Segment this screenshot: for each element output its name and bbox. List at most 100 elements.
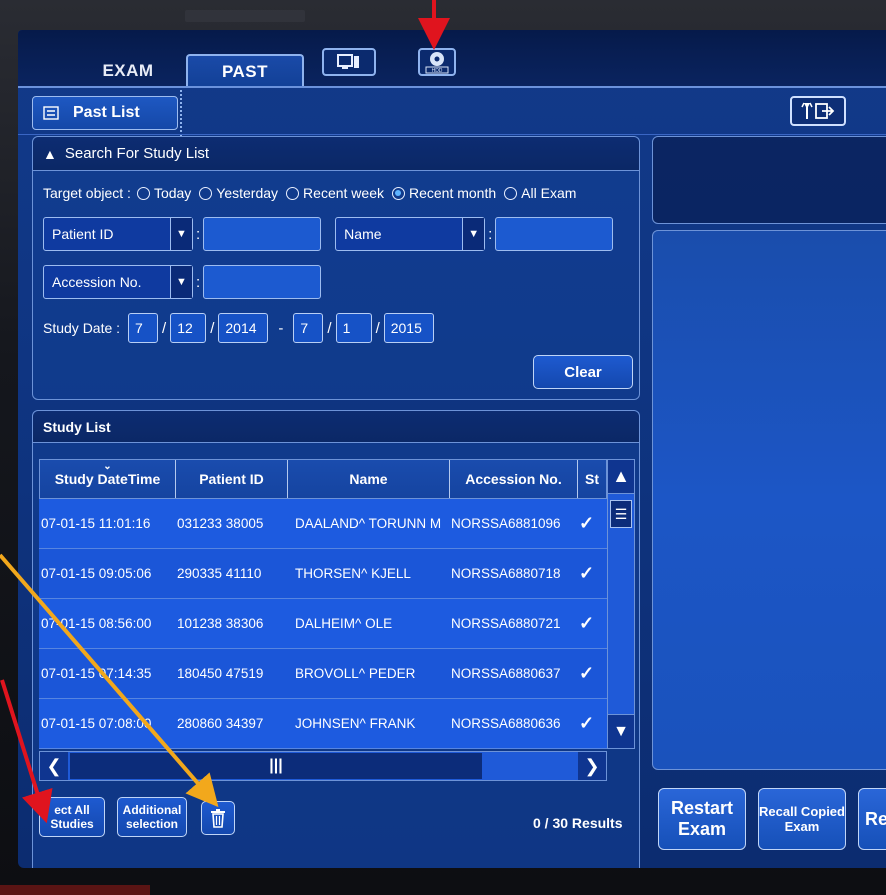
radio-label: Today (153, 185, 192, 201)
colon: : (196, 273, 201, 291)
col-accession[interactable]: Accession No. (450, 460, 578, 498)
field3-select[interactable]: Accession No. ▼ (43, 265, 193, 299)
col-study-datetime[interactable]: ⌄ Study DateTime (40, 460, 176, 498)
column-label: Name (349, 471, 388, 487)
date-to-year[interactable]: 2015 (383, 313, 434, 343)
field1-input[interactable] (203, 217, 322, 251)
additional-selection-button[interactable]: Additional selection (117, 797, 187, 837)
search-panel-title: Search For Study List (64, 145, 210, 162)
vertical-scrollbar[interactable]: ▲ ☰ ▼ (607, 459, 635, 749)
date-to-day[interactable]: 1 (335, 313, 372, 343)
hdd-icon: HDD (425, 52, 449, 74)
cell-accession: NORSSA6880636 (451, 716, 561, 731)
field2-input[interactable] (495, 217, 614, 251)
clear-button[interactable]: Clear (533, 355, 633, 389)
cell-patient-id: 101238 38306 (177, 616, 264, 631)
scroll-thumb[interactable]: ☰ (610, 500, 632, 528)
col-status[interactable]: St (578, 460, 606, 498)
scroll-right-icon[interactable]: ❯ (578, 752, 606, 780)
column-label: St (585, 471, 599, 487)
tab-exam[interactable]: EXAM (68, 54, 188, 88)
collapse-chevron-icon[interactable]: ▲ (43, 146, 57, 162)
radio-circle-icon (504, 186, 518, 200)
table-row[interactable]: 07-01-15 07:14:35 180450 47519 BROVOLL^ … (39, 649, 607, 699)
field3-select-value: Accession No. (52, 274, 142, 290)
cell-name: THORSEN^ KJELL (295, 566, 411, 581)
field2-select-value: Name (344, 226, 382, 242)
cell-patient-id: 280860 34397 (177, 716, 264, 731)
field3-input[interactable] (203, 265, 322, 299)
radio-all-exam[interactable]: All Exam (504, 185, 576, 201)
chevron-down-icon[interactable]: ▼ (170, 266, 192, 298)
check-icon: ✓ (579, 563, 595, 583)
colon: : (196, 225, 201, 243)
radio-circle-icon (136, 186, 150, 200)
results-count: 0 / 30 Results (533, 815, 623, 831)
date-from-day[interactable]: 12 (170, 313, 207, 343)
grid-body: 07-01-15 11:01:16 031233 38005 DAALAND^ … (39, 499, 607, 749)
exit-tool-button[interactable] (790, 96, 846, 126)
radio-label: Recent week (303, 185, 384, 201)
chevron-down-icon[interactable]: ▼ (462, 218, 485, 250)
cell-patient-id: 180450 47519 (177, 666, 264, 681)
cell-name: BROVOLL^ PEDER (295, 666, 416, 681)
recall-copied-exam-button[interactable]: Recall Copied Exam (758, 788, 846, 850)
radio-today[interactable]: Today (136, 185, 192, 201)
table-row[interactable]: 07-01-15 11:01:16 031233 38005 DAALAND^ … (39, 499, 607, 549)
scroll-down-icon[interactable]: ▼ (608, 714, 634, 748)
past-list-button[interactable]: Past List (32, 96, 178, 130)
scroll-up-icon[interactable]: ▲ (608, 460, 634, 494)
tab-past[interactable]: PAST (186, 54, 304, 88)
tab-hdd[interactable]: HDD (418, 48, 456, 76)
cell-patient-id: 290335 41110 (177, 566, 262, 581)
table-row[interactable]: 07-01-15 07:08:00 280860 34397 JOHNSEN^ … (39, 699, 607, 749)
field1-select-value: Patient ID (52, 226, 114, 242)
field2-select[interactable]: Name ▼ (335, 217, 486, 251)
search-panel-header[interactable]: ▲ Search For Study List (33, 137, 639, 171)
study-date-row: Study Date : 7 / 12 / 2014 - 7 / 1 / 201… (43, 313, 434, 343)
svg-text:HDD: HDD (432, 68, 443, 74)
cell-name: DAALAND^ TORUNN M (295, 516, 442, 531)
trash-icon (211, 809, 225, 828)
cell-datetime: 07-01-15 09:05:06 (41, 566, 152, 581)
bezel-label-strip (185, 10, 305, 22)
study-date-label: Study Date : (43, 320, 121, 336)
cell-accession: NORSSA6881096 (451, 516, 561, 531)
radio-recent-month[interactable]: Recent month (391, 185, 496, 201)
table-row[interactable]: 07-01-15 08:56:00 101238 38306 DALHEIM^ … (39, 599, 607, 649)
tool-exit-icon (801, 102, 835, 119)
radio-recent-week[interactable]: Recent week (286, 185, 384, 201)
colon: : (488, 225, 493, 243)
horizontal-scrollbar[interactable]: ❮ ||| ❯ (39, 751, 607, 781)
hscroll-thumb[interactable]: ||| (70, 753, 482, 779)
grid-header: ⌄ Study DateTime Patient ID Name Accessi… (39, 459, 607, 499)
delete-button[interactable] (201, 801, 235, 835)
restart-exam-button[interactable]: Restart Exam (658, 788, 746, 850)
col-patient-id[interactable]: Patient ID (176, 460, 288, 498)
column-label: Study DateTime (54, 471, 161, 487)
cell-patient-id: 031233 38005 (177, 516, 264, 531)
filter-row-1: Patient ID ▼ : Name ▼ : (43, 217, 614, 251)
date-from-month[interactable]: 7 (128, 313, 159, 343)
ultrasound-screen: EXAM PAST HDD Past List ▲ Search For Stu… (18, 30, 886, 868)
field1-select[interactable]: Patient ID ▼ (43, 217, 193, 251)
date-from-year[interactable]: 2014 (218, 313, 269, 343)
radio-label: Yesterday (216, 185, 279, 201)
filter-row-2: Accession No. ▼ : (43, 265, 322, 299)
col-name[interactable]: Name (288, 460, 450, 498)
study-grid: ⌄ Study DateTime Patient ID Name Accessi… (39, 459, 607, 749)
radio-yesterday[interactable]: Yesterday (199, 185, 278, 201)
bottom-red-tag (0, 885, 150, 895)
table-row[interactable]: 07-01-15 09:05:06 290335 41110 THORSEN^ … (39, 549, 607, 599)
select-all-studies-button[interactable]: ect All Studies (39, 797, 105, 837)
radio-circle-icon (286, 186, 300, 200)
tab-display[interactable] (322, 48, 376, 76)
cell-accession: NORSSA6880721 (451, 616, 561, 631)
check-icon: ✓ (579, 513, 595, 533)
date-to-month[interactable]: 7 (293, 313, 324, 343)
date-range-dash: - (278, 319, 284, 337)
scroll-left-icon[interactable]: ❮ (40, 752, 68, 780)
truncated-right-button[interactable]: Re (858, 788, 886, 850)
target-object-row: Target object : Today Yesterday Recent w… (43, 185, 584, 201)
chevron-down-icon[interactable]: ▼ (170, 218, 192, 250)
